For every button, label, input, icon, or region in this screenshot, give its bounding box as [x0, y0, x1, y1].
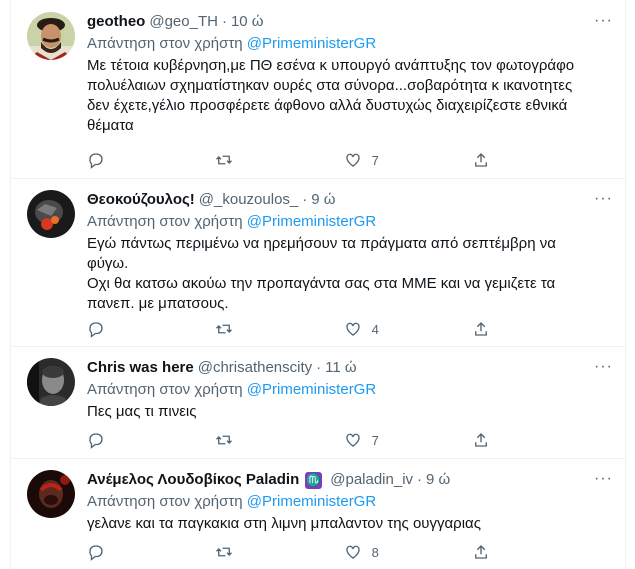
like-count: 4	[371, 321, 379, 337]
zodiac-badge-icon: ♏	[305, 471, 323, 489]
retweet-button[interactable]	[215, 430, 255, 450]
tweet-text-line: δεν έχετε,γέλιο προσφέρετε άφθονο αλλά δ…	[87, 97, 568, 114]
display-name[interactable]: geotheo	[87, 12, 145, 32]
like-count: 7	[371, 152, 379, 168]
tweet-text-line: πανεπ. με μπατσους.	[87, 295, 229, 312]
like-count: 8	[371, 544, 379, 560]
tweet-text-line: πολυέλαιων σχηματίστηκαν ουρές στα σύνορ…	[87, 77, 573, 94]
reply-context: Απάντηση στον χρήστη @PrimeministerGR	[87, 212, 609, 232]
reply-button[interactable]	[87, 542, 127, 562]
reply-button[interactable]	[87, 319, 127, 339]
user-handle[interactable]: @paladin_iv	[330, 470, 413, 490]
more-options-icon[interactable]: ···	[594, 12, 613, 30]
more-options-icon[interactable]: ···	[594, 190, 613, 208]
avatar[interactable]	[27, 470, 75, 518]
heart-icon	[345, 433, 360, 447]
mention-link[interactable]: @PrimeministerGR	[247, 213, 376, 230]
reply-context: Απάντηση στον χρήστη @PrimeministerGR	[87, 380, 609, 400]
reply-prefix: Απάντηση στον χρήστη	[87, 35, 243, 52]
share-button[interactable]	[472, 430, 512, 450]
timestamp[interactable]: 10 ώ	[231, 12, 264, 32]
user-handle[interactable]: @_kouzoulos_	[199, 190, 298, 210]
reply-icon	[89, 153, 103, 169]
user-handle[interactable]: @geo_TH	[149, 12, 218, 32]
display-name[interactable]: Ανέμελος Λουδοβίκος Paladin	[87, 470, 299, 490]
like-button[interactable]: 8	[344, 542, 384, 562]
retweet-button[interactable]	[215, 542, 255, 562]
action-bar: 7	[87, 430, 512, 450]
mention-link[interactable]: @PrimeministerGR	[247, 35, 376, 52]
tweet[interactable]: Chris was here @chrisathenscity · 11 ώ ·…	[11, 346, 625, 459]
share-icon	[475, 153, 487, 167]
action-bar: 8	[87, 542, 512, 562]
retweet-icon	[216, 324, 233, 334]
display-name[interactable]: Chris was here	[87, 358, 194, 378]
timestamp[interactable]: 9 ώ	[426, 470, 450, 490]
like-button[interactable]: 4	[344, 319, 384, 339]
reply-prefix: Απάντηση στον χρήστη	[87, 493, 243, 510]
retweet-button[interactable]	[215, 150, 255, 170]
more-options-icon[interactable]: ···	[594, 470, 613, 488]
mention-link[interactable]: @PrimeministerGR	[247, 493, 376, 510]
tweet-text-line: θέματα	[87, 117, 134, 134]
tweet-text: Πες μας τι πινεις	[87, 402, 609, 422]
share-button[interactable]	[472, 319, 512, 339]
display-name[interactable]: Θεοκούζουλος!	[87, 190, 195, 210]
heart-icon	[345, 322, 360, 336]
timeline: geotheo @geo_TH · 10 ώ ··· Απάντηση στον…	[10, 0, 626, 569]
avatar[interactable]	[27, 190, 75, 238]
tweet-text-line: Πες μας τι πινεις	[87, 403, 197, 420]
timestamp[interactable]: 11 ώ	[325, 358, 356, 378]
avatar[interactable]	[27, 12, 75, 60]
share-button[interactable]	[472, 542, 512, 562]
share-button[interactable]	[472, 150, 512, 170]
retweet-button[interactable]	[215, 319, 255, 339]
tweet[interactable]: geotheo @geo_TH · 10 ώ ··· Απάντηση στον…	[11, 0, 625, 179]
tweet[interactable]: Θεοκούζουλος! @_kouzoulos_ · 9 ώ ··· Απά…	[11, 178, 625, 347]
reply-prefix: Απάντηση στον χρήστη	[87, 213, 243, 230]
reply-button[interactable]	[87, 150, 127, 170]
reply-button[interactable]	[87, 430, 127, 450]
like-button[interactable]: 7	[344, 150, 384, 170]
tweet-text-line: Εγώ πάντως περιμένω να ηρεμήσουν τα πράγ…	[87, 235, 556, 252]
more-options-icon[interactable]: ···	[594, 358, 613, 376]
user-handle[interactable]: @chrisathenscity	[198, 358, 312, 378]
tweet-text: γελανε και τα παγκακια στη λιμνη μπαλαντ…	[87, 514, 609, 534]
share-icon	[475, 322, 487, 336]
tweet-text-line: φύγω.	[87, 255, 129, 272]
like-count: 7	[371, 432, 379, 448]
retweet-icon	[216, 547, 233, 557]
reply-context: Απάντηση στον χρήστη @PrimeministerGR	[87, 34, 609, 54]
tweet-text-line: Οχι θα κατσω ακούω την προπαγάντα σας στ…	[87, 275, 556, 292]
share-icon	[475, 433, 487, 447]
tweet-text-line: γελανε και τα παγκακια στη λιμνη μπαλαντ…	[87, 515, 481, 532]
reply-icon	[89, 322, 103, 338]
timestamp[interactable]: 9 ώ	[311, 190, 335, 210]
separator-dot: ·	[316, 359, 322, 376]
reply-prefix: Απάντηση στον χρήστη	[87, 381, 243, 398]
separator-dot: ·	[302, 191, 308, 208]
like-button[interactable]: 7	[344, 430, 384, 450]
reply-icon	[89, 545, 103, 561]
separator-dot: ·	[221, 13, 227, 30]
action-bar: 7	[87, 150, 512, 170]
tweet-text-line: Με τέτοια κυβέρνηση,με ΠΘ εσένα κ υπουργ…	[87, 57, 575, 74]
separator-dot: ·	[417, 471, 423, 488]
reply-context: Απάντηση στον χρήστη @PrimeministerGR	[87, 492, 609, 512]
tweet-text: Με τέτοια κυβέρνηση,με ΠΘ εσένα κ υπουργ…	[87, 56, 609, 136]
retweet-icon	[216, 435, 233, 445]
tweet-text: Εγώ πάντως περιμένω να ηρεμήσουν τα πράγ…	[87, 234, 609, 314]
share-icon	[475, 545, 487, 559]
reply-icon	[89, 433, 103, 449]
heart-icon	[345, 153, 360, 167]
avatar[interactable]	[27, 358, 75, 406]
heart-icon	[345, 545, 360, 559]
action-bar: 4	[87, 319, 512, 339]
tweet[interactable]: Ανέμελος Λουδοβίκος Paladin ♏ @paladin_i…	[11, 458, 625, 569]
mention-link[interactable]: @PrimeministerGR	[247, 381, 376, 398]
retweet-icon	[216, 155, 233, 165]
